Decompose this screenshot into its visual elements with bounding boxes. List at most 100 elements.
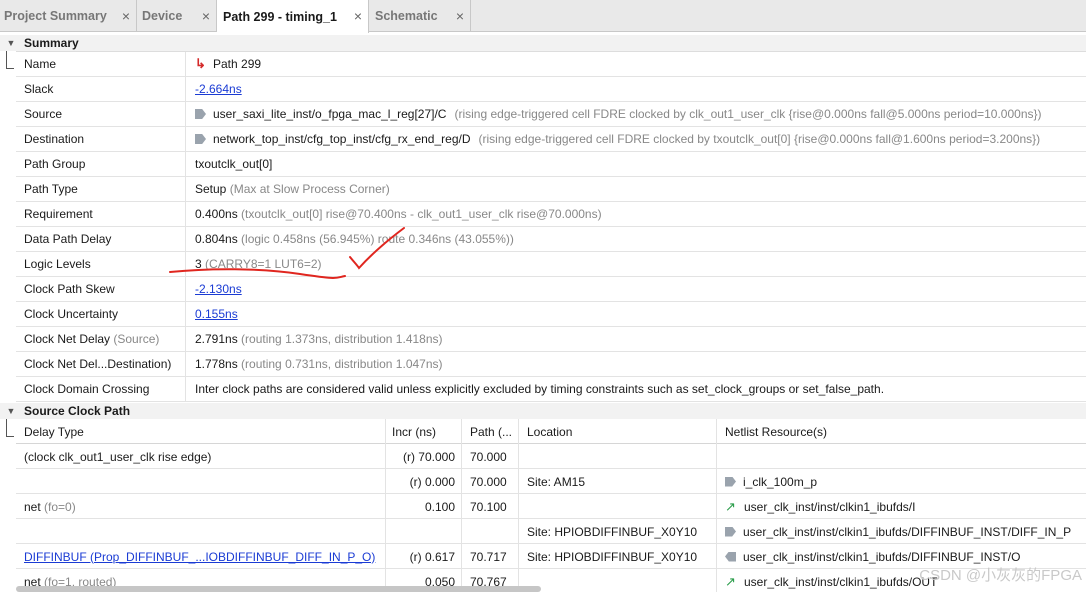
row-label: Requirement [16, 201, 186, 227]
row-value: 1.778ns (routing 0.731ns, distribution 1… [186, 352, 443, 377]
chevron-down-icon[interactable]: ▼ [4, 38, 18, 48]
summary-row-path-type: Path Type Setup (Max at Slow Process Cor… [16, 176, 1086, 202]
row-value: 0.155ns [186, 302, 238, 327]
chevron-down-icon[interactable]: ▼ [4, 406, 18, 416]
incr-cell [386, 519, 462, 544]
row-label: Clock Uncertainty [16, 301, 186, 327]
column-header-path[interactable]: Path (... [462, 419, 519, 444]
source-clock-path-section-header[interactable]: ▼ Source Clock Path [0, 403, 1086, 419]
clock-path-skew-link[interactable]: -2.130ns [195, 282, 242, 296]
data-path-delay-value: 0.804ns [195, 232, 238, 246]
pin-input-icon [725, 526, 736, 537]
clock-net-delay-value: 2.791ns [195, 332, 238, 346]
row-value: -2.664ns [186, 77, 242, 102]
location-cell: Site: AM15 [519, 469, 717, 494]
cell-type-link[interactable]: DIFFINBUF (Prop_DIFFINBUF_...IOBDIFFINBU… [24, 550, 375, 564]
close-icon[interactable]: × [202, 9, 210, 23]
tree-bracket [6, 51, 14, 69]
source-pin[interactable]: user_saxi_lite_inst/o_fpga_mac_l_reg[27]… [213, 107, 446, 121]
location-cell [519, 494, 717, 519]
incr-cell: (r) 70.000 [386, 444, 462, 469]
clock-net-delay-dest-value: 1.778ns [195, 357, 238, 371]
location-cell [519, 444, 717, 469]
resource-name[interactable]: user_clk_inst/inst/clkin1_ibufds/DIFFINB… [743, 525, 1071, 539]
summary-row-path-group: Path Group txoutclk_out[0] [16, 151, 1086, 177]
delay-type-text: net [24, 499, 41, 514]
resource-name[interactable]: i_clk_100m_p [743, 475, 817, 489]
row-value: 0.804ns (logic 0.458ns (56.945%) route 0… [186, 227, 514, 252]
pin-output-icon [725, 551, 736, 562]
row-label: Logic Levels [16, 251, 186, 277]
tree-bracket [6, 419, 14, 437]
row-value: 2.791ns (routing 1.373ns, distribution 1… [186, 327, 443, 352]
row-label: Name [16, 51, 186, 77]
table-row[interactable]: (r) 0.000 70.000 Site: AM15 i_clk_100m_p [16, 469, 1086, 494]
tab-label: Schematic [375, 9, 438, 23]
row-value: Setup (Max at Slow Process Corner) [186, 177, 390, 202]
close-icon[interactable]: × [354, 9, 362, 23]
logic-levels-value: 3 [195, 257, 202, 271]
summary-row-destination: Destination network_top_inst/cfg_top_ins… [16, 126, 1086, 152]
tab-schematic[interactable]: Schematic × [369, 0, 471, 32]
row-value: 3 (CARRY8=1 LUT6=2) [186, 252, 322, 277]
resource-cell [717, 444, 1086, 469]
resource-name[interactable]: user_clk_inst/inst/clkin1_ibufds/OUT [744, 575, 937, 589]
resource-cell: ↗ user_clk_inst/inst/clkin1_ibufds/I [717, 494, 1086, 519]
fanout-text: (fo=0) [44, 499, 76, 514]
summary-row-clock-uncertainty: Clock Uncertainty 0.155ns [16, 301, 1086, 327]
close-icon[interactable]: × [122, 9, 130, 23]
tab-label: Path 299 - timing_1 [223, 9, 337, 24]
source-detail: (rising edge-triggered cell FDRE clocked… [454, 107, 1042, 121]
row-value: ↳ Path 299 [186, 52, 261, 77]
delay-type-cell [16, 469, 386, 494]
pin-input-icon [195, 134, 206, 144]
row-label: Clock Net Delay (Source) [16, 326, 186, 352]
close-icon[interactable]: × [456, 9, 464, 23]
section-title: Summary [24, 36, 79, 50]
column-header-incr[interactable]: Incr (ns) [386, 419, 462, 444]
requirement-value: 0.400ns [195, 207, 238, 221]
path-name: Path 299 [213, 57, 262, 71]
incr-cell: 0.100 [386, 494, 462, 519]
table-row[interactable]: Site: HPIOBDIFFINBUF_X0Y10 user_clk_inst… [16, 519, 1086, 544]
row-label: Slack [16, 76, 186, 102]
tab-label: Device [142, 9, 183, 23]
resource-name[interactable]: user_clk_inst/inst/clkin1_ibufds/DIFFINB… [743, 550, 1020, 564]
tab-project-summary[interactable]: Project Summary × [0, 0, 137, 32]
row-label-text: Clock Net Delay [24, 332, 111, 346]
editor-tab-bar: Project Summary × Device × Path 299 - ti… [0, 0, 1086, 33]
resource-name[interactable]: user_clk_inst/inst/clkin1_ibufds/I [744, 500, 915, 514]
location-cell: Site: HPIOBDIFFINBUF_X0Y10 [519, 544, 717, 569]
horizontal-scrollbar[interactable] [16, 586, 541, 592]
table-header-row: Delay Type Incr (ns) Path (... Location … [16, 419, 1086, 444]
row-label: Clock Net Del...Destination) [16, 351, 186, 377]
summary-row-requirement: Requirement 0.400ns (txoutclk_out[0] ris… [16, 201, 1086, 227]
summary-section-header[interactable]: ▼ Summary [0, 35, 1086, 51]
column-header-netlist-resources[interactable]: Netlist Resource(s) [717, 419, 1086, 444]
row-value: txoutclk_out[0] [195, 157, 273, 171]
data-path-delay-detail: (logic 0.458ns (56.945%) route 0.346ns (… [241, 232, 514, 246]
path-cell [462, 519, 519, 544]
tab-device[interactable]: Device × [137, 0, 217, 32]
summary-row-logic-levels: Logic Levels 3 (CARRY8=1 LUT6=2) [16, 251, 1086, 277]
watermark-text: CSDN @小灰灰的FPGA [919, 567, 1082, 584]
row-label: Destination [16, 126, 186, 152]
tab-path-299[interactable]: Path 299 - timing_1 × [217, 0, 369, 33]
destination-pin[interactable]: network_top_inst/cfg_top_inst/cfg_rx_end… [213, 132, 471, 146]
resource-cell: i_clk_100m_p [717, 469, 1086, 494]
delay-type-cell: net (fo=0) [16, 494, 386, 519]
row-label: Path Group [16, 151, 186, 177]
table-row[interactable]: net (fo=0) 0.100 70.100 ↗ user_clk_inst/… [16, 494, 1086, 519]
path-type-detail: (Max at Slow Process Corner) [229, 182, 390, 196]
path-type-value: Setup [195, 182, 227, 196]
clock-uncertainty-link[interactable]: 0.155ns [195, 307, 238, 321]
pin-input-icon [725, 476, 736, 487]
path-arrow-icon: ↳ [195, 56, 206, 71]
column-header-location[interactable]: Location [519, 419, 717, 444]
pin-input-icon [195, 109, 206, 119]
table-row[interactable]: (clock clk_out1_user_clk rise edge) (r) … [16, 444, 1086, 469]
slack-link[interactable]: -2.664ns [195, 82, 242, 96]
row-label: Path Type [16, 176, 186, 202]
column-header-delay-type[interactable]: Delay Type [16, 419, 386, 444]
incr-cell: (r) 0.617 [386, 544, 462, 569]
